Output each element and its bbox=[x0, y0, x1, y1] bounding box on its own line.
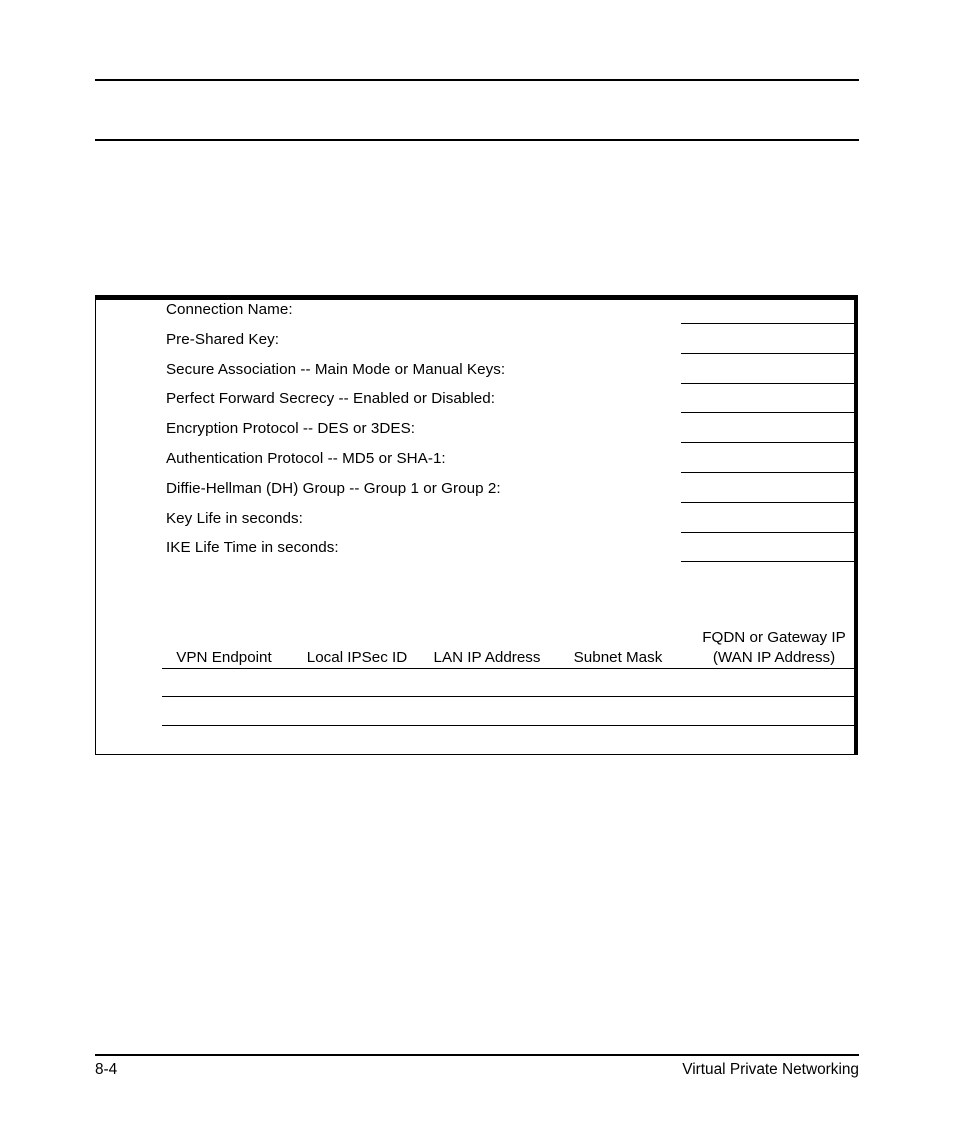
worksheet-field-key-life: Key Life in seconds: bbox=[96, 509, 857, 539]
column-header-line2: (WAN IP Address) bbox=[712, 649, 836, 666]
field-label: Encryption Protocol -- DES or 3DES: bbox=[166, 420, 416, 438]
table-row-line bbox=[162, 668, 854, 669]
table-row-line bbox=[162, 696, 854, 698]
worksheet-field-pre-shared-key: Pre-Shared Key: bbox=[96, 330, 857, 360]
column-header-lan-ip-address: LAN IP Address bbox=[418, 648, 556, 668]
header-rule-top bbox=[95, 79, 859, 81]
document-page: Connection Name: Pre-Shared Key: Secure … bbox=[0, 0, 954, 1145]
field-label: Key Life in seconds: bbox=[166, 509, 303, 527]
column-header-fqdn-or-gateway-ip: FQDN or Gateway IP (WAN IP Address) bbox=[688, 628, 860, 668]
worksheet-field-perfect-forward-secrecy: Perfect Forward Secrecy -- Enabled or Di… bbox=[96, 389, 857, 419]
column-header-line2: Local IPSec ID bbox=[306, 649, 408, 666]
header-band bbox=[95, 84, 859, 138]
field-label: Perfect Forward Secrecy -- Enabled or Di… bbox=[166, 390, 496, 408]
field-blank-line[interactable] bbox=[681, 323, 857, 324]
vpn-endpoint-table: VPN Endpoint Local IPSec ID LAN IP Addre… bbox=[96, 615, 854, 726]
field-blank-line[interactable] bbox=[681, 501, 857, 503]
field-label: Authentication Protocol -- MD5 or SHA-1: bbox=[166, 449, 446, 467]
field-blank-line[interactable] bbox=[681, 382, 857, 384]
table-body bbox=[96, 668, 854, 753]
vpn-configuration-worksheet: Connection Name: Pre-Shared Key: Secure … bbox=[95, 295, 858, 755]
worksheet-field-secure-association: Secure Association -- Main Mode or Manua… bbox=[96, 360, 857, 390]
worksheet-field-list: Connection Name: Pre-Shared Key: Secure … bbox=[96, 300, 857, 568]
field-label: Connection Name: bbox=[166, 301, 293, 318]
worksheet-field-ike-life-time: IKE Life Time in seconds: bbox=[96, 538, 857, 568]
footer-chapter-title: Virtual Private Networking bbox=[682, 1061, 859, 1078]
field-label: Secure Association -- Main Mode or Manua… bbox=[166, 360, 506, 378]
column-header-subnet-mask: Subnet Mask bbox=[554, 648, 682, 668]
worksheet-field-authentication-protocol: Authentication Protocol -- MD5 or SHA-1: bbox=[96, 449, 857, 479]
field-blank-line[interactable] bbox=[681, 471, 857, 473]
field-label: Pre-Shared Key: bbox=[166, 330, 280, 348]
table-row-line bbox=[162, 724, 854, 726]
field-label: IKE Life Time in seconds: bbox=[166, 539, 339, 557]
worksheet-field-connection-name: Connection Name: bbox=[96, 300, 857, 330]
field-blank-line[interactable] bbox=[681, 412, 857, 414]
footer-rule bbox=[95, 1054, 859, 1056]
footer-page-number: 8-4 bbox=[95, 1061, 118, 1078]
field-label: Diffie-Hellman (DH) Group -- Group 1 or … bbox=[166, 479, 501, 497]
field-blank-line[interactable] bbox=[681, 352, 857, 354]
field-blank-line[interactable] bbox=[681, 531, 857, 533]
worksheet-field-encryption-protocol: Encryption Protocol -- DES or 3DES: bbox=[96, 419, 857, 449]
table-row[interactable] bbox=[96, 696, 854, 724]
field-blank-line[interactable] bbox=[681, 561, 857, 563]
header-rule-bottom bbox=[95, 139, 859, 141]
column-header-vpn-endpoint: VPN Endpoint bbox=[162, 648, 286, 668]
table-header-row: VPN Endpoint Local IPSec ID LAN IP Addre… bbox=[96, 615, 854, 668]
table-row[interactable] bbox=[96, 668, 854, 696]
column-header-line2: LAN IP Address bbox=[433, 649, 541, 666]
column-header-local-ipsec-id: Local IPSec ID bbox=[291, 648, 423, 668]
column-header-line1: FQDN or Gateway IP bbox=[702, 629, 846, 646]
worksheet-field-diffie-hellman-group: Diffie-Hellman (DH) Group -- Group 1 or … bbox=[96, 479, 857, 509]
field-blank-line[interactable] bbox=[681, 442, 857, 444]
column-header-line2: Subnet Mask bbox=[573, 649, 663, 666]
column-header-line2: VPN Endpoint bbox=[176, 649, 272, 666]
table-row[interactable] bbox=[96, 724, 854, 753]
